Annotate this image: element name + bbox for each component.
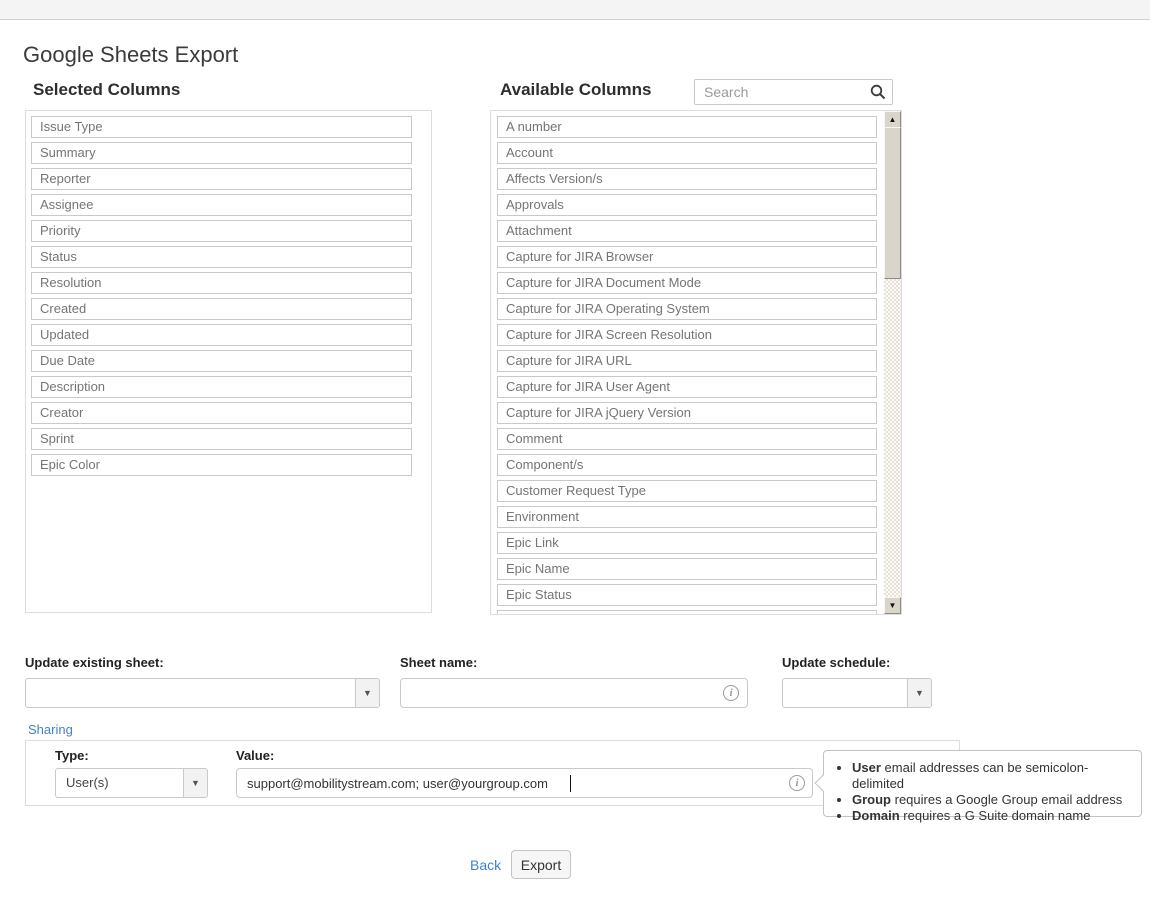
selected-columns-panel: Issue Type Summary Reporter Assignee Priorit… — [25, 110, 432, 613]
tooltip-item: Domain requires a G Suite domain name — [852, 808, 1133, 824]
scroll-down-button[interactable]: ▼ — [884, 597, 901, 614]
chevron-down-icon[interactable]: ▼ — [183, 769, 207, 797]
sharing-value-label: Value: — [236, 748, 274, 763]
tooltip-item: Group requires a Google Group email addr… — [852, 792, 1133, 808]
scroll-up-button[interactable]: ▲ — [884, 111, 901, 128]
chevron-down-icon[interactable]: ▼ — [907, 679, 931, 707]
list-item[interactable]: Customer Request Type — [497, 480, 877, 502]
text-caret — [570, 775, 571, 792]
list-item[interactable]: Summary — [31, 142, 412, 164]
sheet-name-input[interactable] — [400, 678, 748, 708]
list-item[interactable]: Capture for JIRA URL — [497, 350, 877, 372]
list-item[interactable]: Updated — [31, 324, 412, 346]
search-input[interactable] — [694, 79, 893, 105]
list-item[interactable]: Attachment — [497, 220, 877, 242]
list-item[interactable]: Capture for JIRA jQuery Version — [497, 402, 877, 424]
chevron-down-icon[interactable]: ▼ — [355, 679, 379, 707]
search-wrap — [694, 79, 893, 105]
list-item[interactable]: Capture for JIRA Operating System — [497, 298, 877, 320]
list-item[interactable]: Account — [497, 142, 877, 164]
list-item[interactable]: Capture for JIRA Browser — [497, 246, 877, 268]
update-schedule-label: Update schedule: — [782, 655, 890, 670]
update-schedule-select[interactable]: ▼ — [782, 678, 932, 708]
page-title: Google Sheets Export — [23, 42, 238, 68]
list-item[interactable]: Epic Name — [497, 558, 877, 580]
list-item[interactable]: Due Date — [31, 350, 412, 372]
list-item[interactable]: Epic Status — [497, 584, 877, 606]
list-item[interactable]: Epic Link — [497, 532, 877, 554]
update-existing-sheet-label: Update existing sheet: — [25, 655, 164, 670]
list-item[interactable]: Assignee — [31, 194, 412, 216]
list-item[interactable]: Description — [31, 376, 412, 398]
list-item[interactable]: Capture for JIRA User Agent — [497, 376, 877, 398]
list-item[interactable]: Capture for JIRA Screen Resolution — [497, 324, 877, 346]
list-item[interactable]: Resolution — [31, 272, 412, 294]
info-icon[interactable]: i — [789, 775, 805, 791]
scrollbar-thumb[interactable] — [884, 127, 901, 279]
list-item[interactable]: Issue Type — [31, 116, 412, 138]
selected-columns-heading: Selected Columns — [33, 80, 180, 100]
list-item[interactable]: A number — [497, 116, 877, 138]
back-link[interactable]: Back — [470, 857, 501, 873]
update-existing-sheet-select[interactable]: ▼ — [25, 678, 380, 708]
list-item[interactable]: Affects Version/s — [497, 168, 877, 190]
export-button[interactable]: Export — [511, 850, 571, 879]
list-item[interactable]: Created — [31, 298, 412, 320]
available-columns-panel: A number Account Affects Version/s Approval… — [490, 110, 902, 615]
list-item[interactable]: Sprint — [31, 428, 412, 450]
list-item[interactable]: Component/s — [497, 454, 877, 476]
list-item[interactable]: Status — [31, 246, 412, 268]
list-item[interactable]: Fix Version/s — [497, 610, 877, 615]
list-item[interactable]: Creator — [31, 402, 412, 424]
list-item[interactable]: Reporter — [31, 168, 412, 190]
tooltip-item: User email addresses can be semicolon-de… — [852, 760, 1133, 792]
available-scrollbar-track[interactable]: ▲ ▼ — [884, 111, 901, 614]
top-bar — [0, 0, 1150, 20]
list-item[interactable]: Capture for JIRA Document Mode — [497, 272, 877, 294]
list-item[interactable]: Environment — [497, 506, 877, 528]
list-item[interactable]: Approvals — [497, 194, 877, 216]
sharing-type-label: Type: — [55, 748, 89, 763]
sheet-name-label: Sheet name: — [400, 655, 477, 670]
sharing-section-link[interactable]: Sharing — [28, 722, 73, 737]
available-columns-heading: Available Columns — [500, 80, 651, 100]
sharing-type-select[interactable]: User(s) ▼ — [55, 768, 208, 798]
list-item[interactable]: Priority — [31, 220, 412, 242]
sharing-value-input[interactable] — [236, 768, 813, 798]
search-icon[interactable] — [870, 84, 886, 100]
sharing-help-tooltip: User email addresses can be semicolon-de… — [823, 750, 1142, 817]
list-item[interactable]: Epic Color — [31, 454, 412, 476]
list-item[interactable]: Comment — [497, 428, 877, 450]
info-icon[interactable]: i — [723, 685, 739, 701]
